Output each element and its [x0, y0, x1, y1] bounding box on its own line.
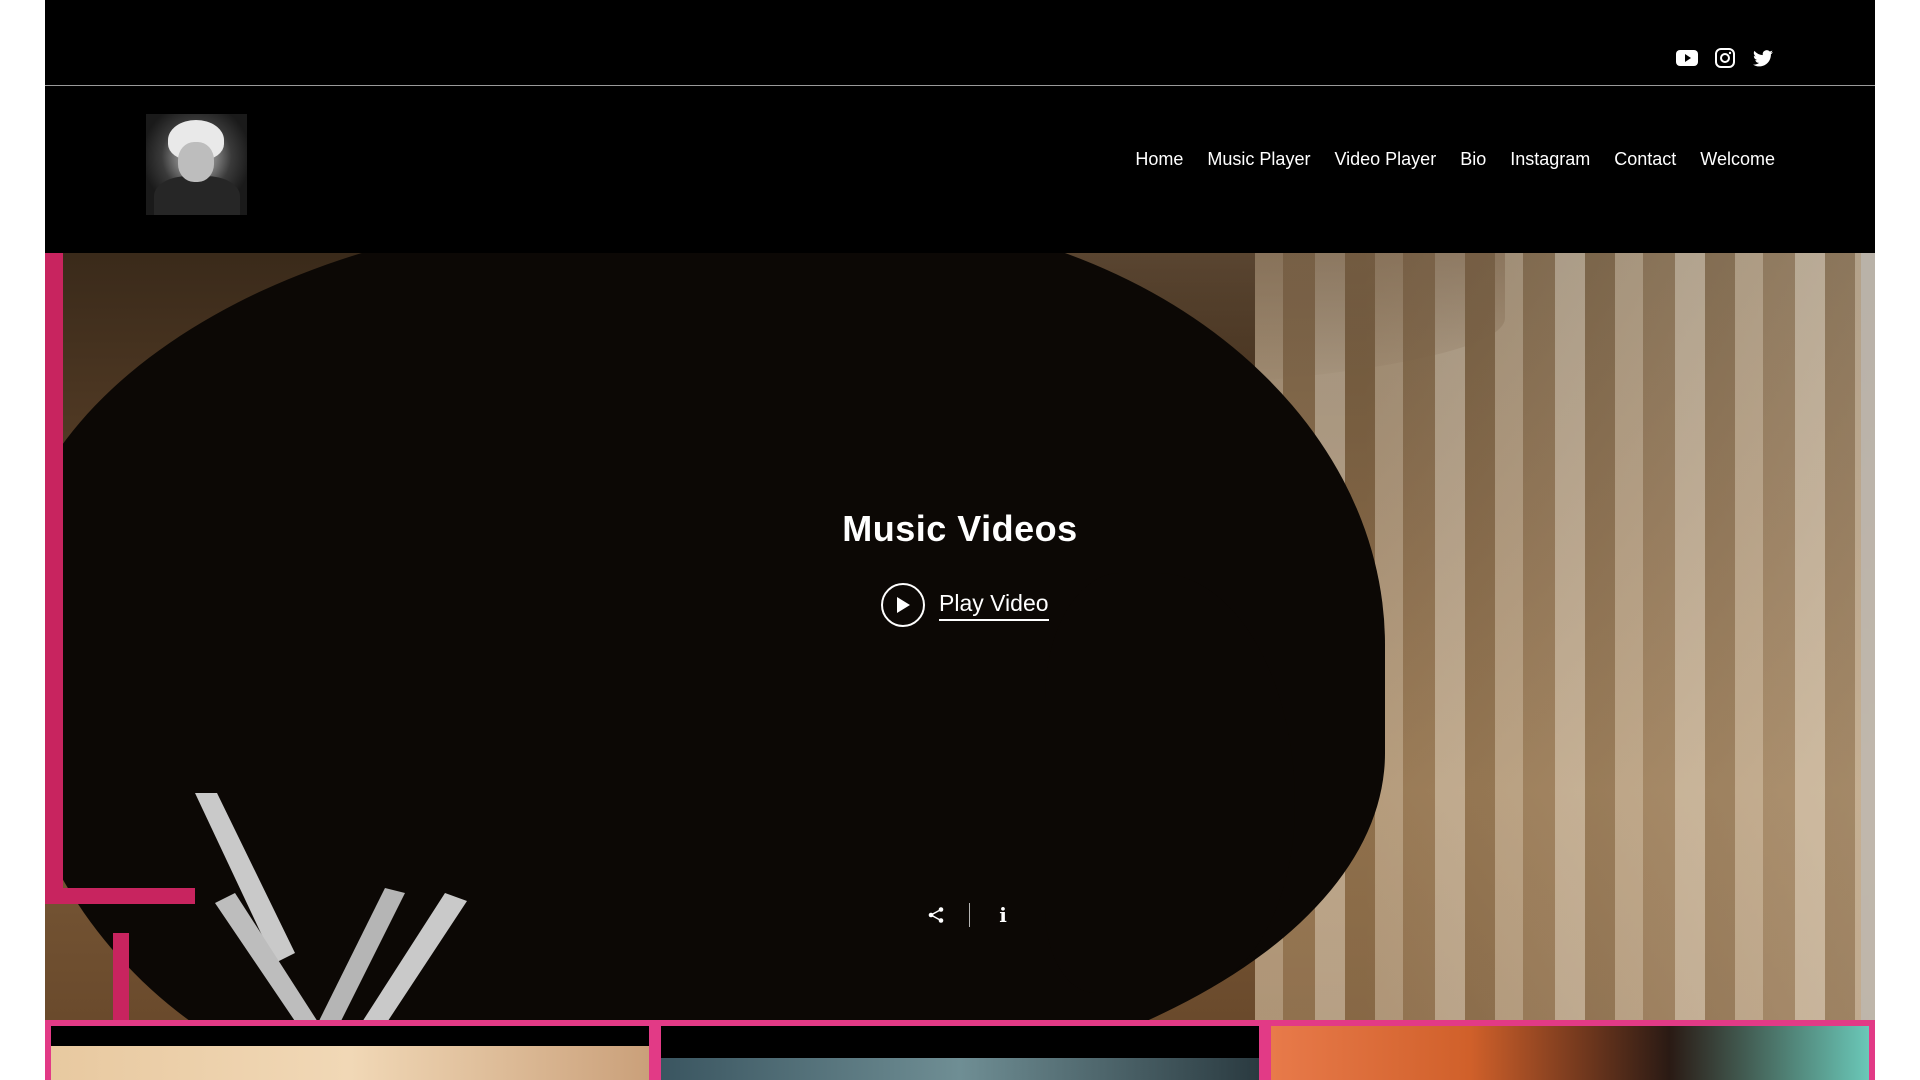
social-links [1675, 46, 1775, 70]
play-icon[interactable] [881, 583, 925, 627]
instagram-icon[interactable] [1713, 46, 1737, 70]
artist-logo-photo[interactable] [146, 114, 247, 215]
nav-item-welcome[interactable]: Welcome [1700, 149, 1775, 170]
pink-frame-bottom [45, 888, 195, 904]
pink-frame-post [113, 933, 129, 1020]
social-bar [45, 0, 1875, 86]
site-header: Home Music Player Video Player Bio Insta… [45, 87, 1875, 253]
hero-video[interactable]: Music Videos Play Video i [45, 253, 1875, 1020]
nav-item-contact[interactable]: Contact [1614, 149, 1676, 170]
w-logo-mark [195, 793, 467, 1020]
hero-title: Music Videos [842, 508, 1078, 549]
nav-item-video-player[interactable]: Video Player [1334, 149, 1436, 170]
video-thumbnail-strip [45, 1020, 1875, 1080]
video-controls: i [925, 903, 1014, 927]
nav-item-music-player[interactable]: Music Player [1207, 149, 1310, 170]
nav-item-instagram[interactable]: Instagram [1510, 149, 1590, 170]
youtube-icon[interactable] [1675, 46, 1699, 70]
share-icon[interactable] [925, 904, 947, 926]
main-nav: Home Music Player Video Player Bio Insta… [1135, 149, 1775, 170]
controls-divider [969, 903, 970, 927]
video-thumbnail[interactable] [661, 1026, 1259, 1080]
pink-frame [45, 253, 63, 893]
nav-item-bio[interactable]: Bio [1460, 149, 1486, 170]
info-icon[interactable]: i [992, 903, 1014, 927]
right-edge-strip [1861, 253, 1875, 1020]
nav-item-home[interactable]: Home [1135, 149, 1183, 170]
video-thumbnail[interactable] [51, 1026, 649, 1080]
play-video-button[interactable]: Play Video [881, 583, 1049, 627]
video-thumbnail[interactable] [1271, 1026, 1869, 1080]
play-video-label[interactable]: Play Video [939, 590, 1049, 621]
twitter-icon[interactable] [1751, 46, 1775, 70]
site-container: Home Music Player Video Player Bio Insta… [45, 0, 1875, 1080]
